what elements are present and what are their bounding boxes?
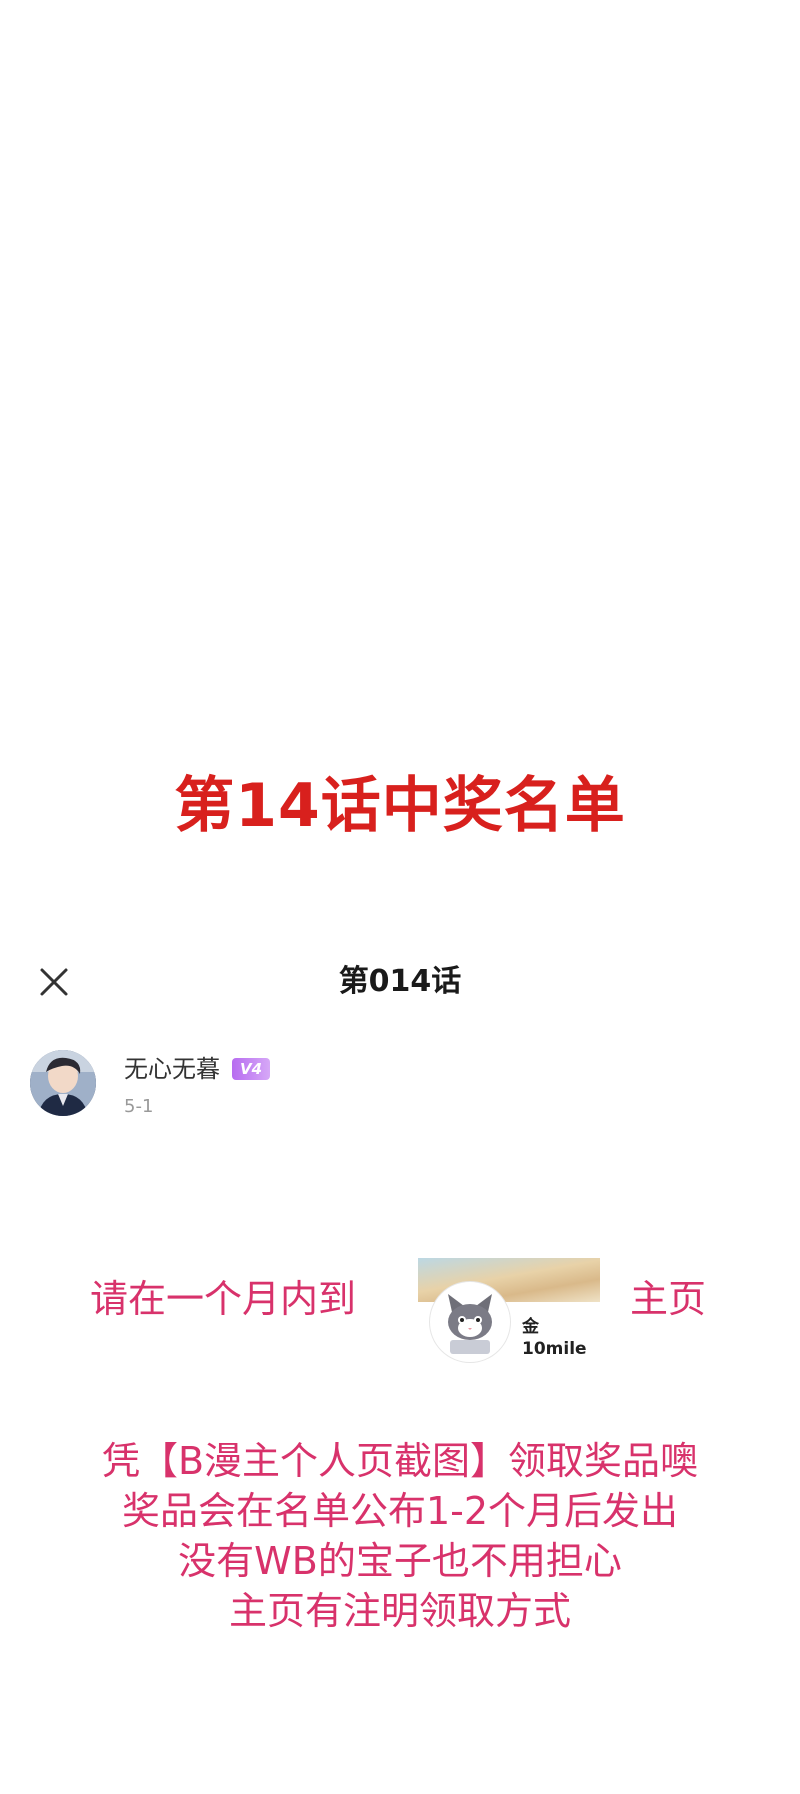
profile-username: 金10mile: [522, 1317, 587, 1359]
author-name[interactable]: 无心无暮: [124, 1054, 220, 1084]
instruction-line: 奖品会在名单公布1-2个月后发出: [121, 1489, 679, 1533]
chapter-title: 第014话: [338, 964, 462, 999]
profile-avatar: [430, 1282, 510, 1362]
profile-card[interactable]: 金10mile: [418, 1258, 600, 1362]
instruction-line: 主页有注明领取方式: [228, 1589, 571, 1633]
instruction-line: 凭【B漫主个人页截图】领取奖品噢: [101, 1439, 699, 1483]
top-nav-bar: 第014话: [0, 950, 800, 1014]
post-date: 5-1: [124, 1096, 154, 1117]
message-left-text: 请在一个月内到: [90, 1277, 357, 1321]
author-avatar[interactable]: [30, 1050, 96, 1116]
level-badge: V4: [232, 1058, 271, 1080]
cat-avatar-icon: [432, 1284, 508, 1360]
instructions-block: 凭【B漫主个人页截图】领取奖品噢 奖品会在名单公布1-2个月后发出 没有WB的宝…: [0, 1436, 800, 1636]
instruction-line: 没有WB的宝子也不用担心: [178, 1539, 622, 1583]
avatar-image: [30, 1050, 96, 1116]
post-header: 无心无暮 V4 5-1: [30, 1050, 770, 1130]
message-right-text: 主页: [630, 1277, 707, 1321]
winners-list-headline: 第14话中奖名单: [174, 771, 626, 841]
